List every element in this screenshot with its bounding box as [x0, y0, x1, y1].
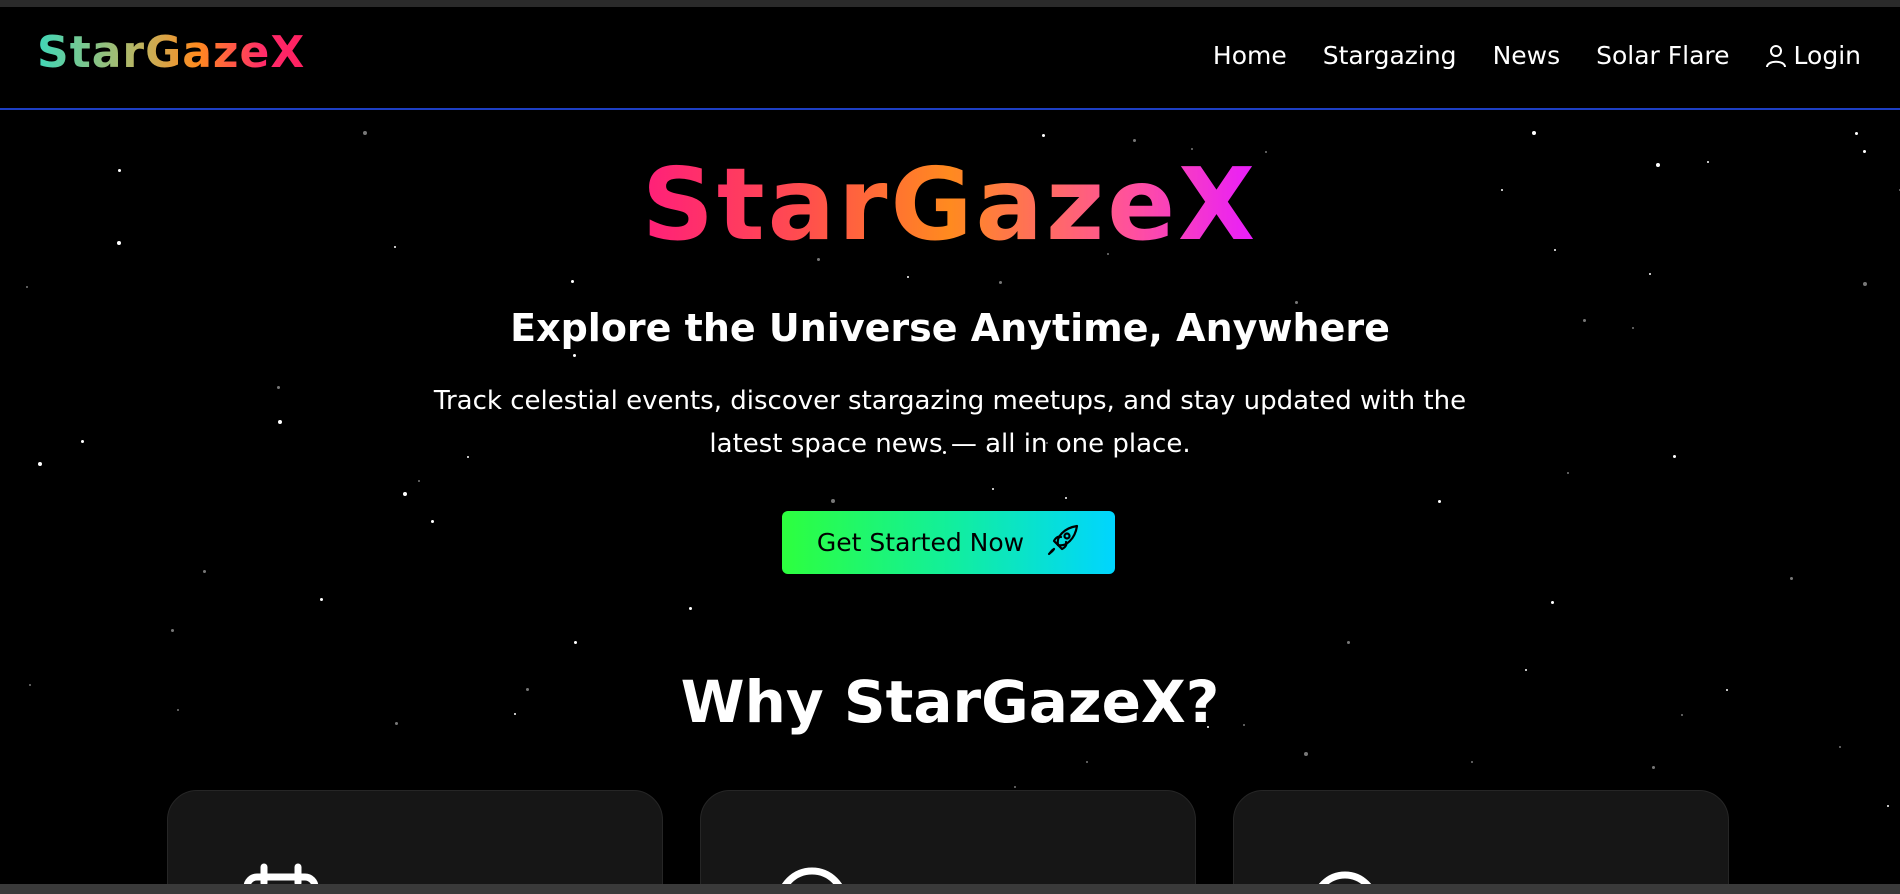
- get-started-label: Get Started Now: [816, 528, 1025, 557]
- star-dot: [363, 131, 367, 135]
- star-dot: [80, 439, 84, 443]
- star-dot: [1265, 151, 1267, 153]
- star-dot: [1065, 497, 1067, 499]
- star-dot: [26, 286, 28, 288]
- star-dot: [1294, 300, 1298, 304]
- star-dot: [1863, 282, 1867, 286]
- page: StarGazeX Home Stargazing News Solar Fla…: [0, 0, 1900, 894]
- star-dot: [1532, 131, 1536, 135]
- star-dot: [1304, 752, 1308, 756]
- nav-login-link[interactable]: Login: [1765, 41, 1861, 70]
- star-dot: [1041, 133, 1045, 137]
- star-dot: [1525, 669, 1527, 671]
- nav-stargazing-link[interactable]: Stargazing: [1323, 43, 1457, 68]
- star-dot: [1789, 576, 1793, 580]
- star-dot: [319, 597, 323, 601]
- star-dot: [1471, 761, 1473, 763]
- window-bottom-edge: [0, 884, 1900, 894]
- star-dot: [998, 280, 1002, 284]
- hero-title: StarGazeX: [0, 155, 1900, 255]
- login-label: Login: [1793, 41, 1861, 70]
- nav-home-link[interactable]: Home: [1213, 43, 1287, 68]
- star-dot: [1854, 131, 1858, 135]
- star-dot: [573, 640, 577, 644]
- star-dot: [1839, 746, 1841, 748]
- star-dot: [831, 499, 835, 503]
- user-icon: [1765, 44, 1786, 68]
- star-dot: [1651, 765, 1655, 769]
- feature-card-calendar[interactable]: [167, 790, 663, 894]
- star-dot: [688, 606, 692, 610]
- star-dot: [572, 353, 576, 357]
- star-dot: [202, 569, 206, 573]
- hero-subtitle: Explore the Universe Anytime, Anywhere: [510, 306, 1390, 350]
- nav-links: Home Stargazing News Solar Flare Login: [1213, 43, 1861, 68]
- star-dot: [1086, 761, 1088, 763]
- feature-card-location[interactable]: [700, 790, 1196, 894]
- star-dot: [570, 279, 574, 283]
- star-dot: [1437, 499, 1441, 503]
- star-dot: [430, 519, 434, 523]
- star-dot: [1887, 805, 1889, 807]
- star-dot: [1862, 149, 1866, 153]
- star-dot: [1672, 454, 1676, 458]
- hero-title-text: StarGazeX: [641, 146, 1259, 263]
- star-dot: [992, 488, 994, 490]
- star-dot: [907, 276, 909, 278]
- star-dot: [278, 420, 282, 424]
- hero-description: Track celestial events, discover stargaz…: [433, 386, 1467, 459]
- nav-solar-flare-link[interactable]: Solar Flare: [1596, 43, 1729, 68]
- star-dot: [1649, 273, 1651, 275]
- window-top-edge: [0, 0, 1900, 7]
- star-dot: [1014, 786, 1016, 788]
- star-dot: [38, 462, 42, 466]
- star-dot: [1550, 600, 1554, 604]
- navbar: StarGazeX Home Stargazing News Solar Fla…: [0, 7, 1900, 110]
- star-dot: [276, 385, 280, 389]
- star-dot: [1567, 472, 1569, 474]
- feature-card-compass[interactable]: [1233, 790, 1729, 894]
- get-started-button[interactable]: Get Started Now: [782, 511, 1115, 574]
- star-dot: [418, 480, 420, 482]
- brand-logo[interactable]: StarGazeX: [37, 31, 305, 75]
- star-dot: [1346, 640, 1350, 644]
- star-dot: [403, 492, 407, 496]
- star-dot: [170, 628, 174, 632]
- rocket-icon: [1046, 523, 1080, 563]
- features-title: Why StarGazeX?: [680, 668, 1220, 736]
- star-dot: [1132, 138, 1136, 142]
- nav-news-link[interactable]: News: [1493, 43, 1561, 68]
